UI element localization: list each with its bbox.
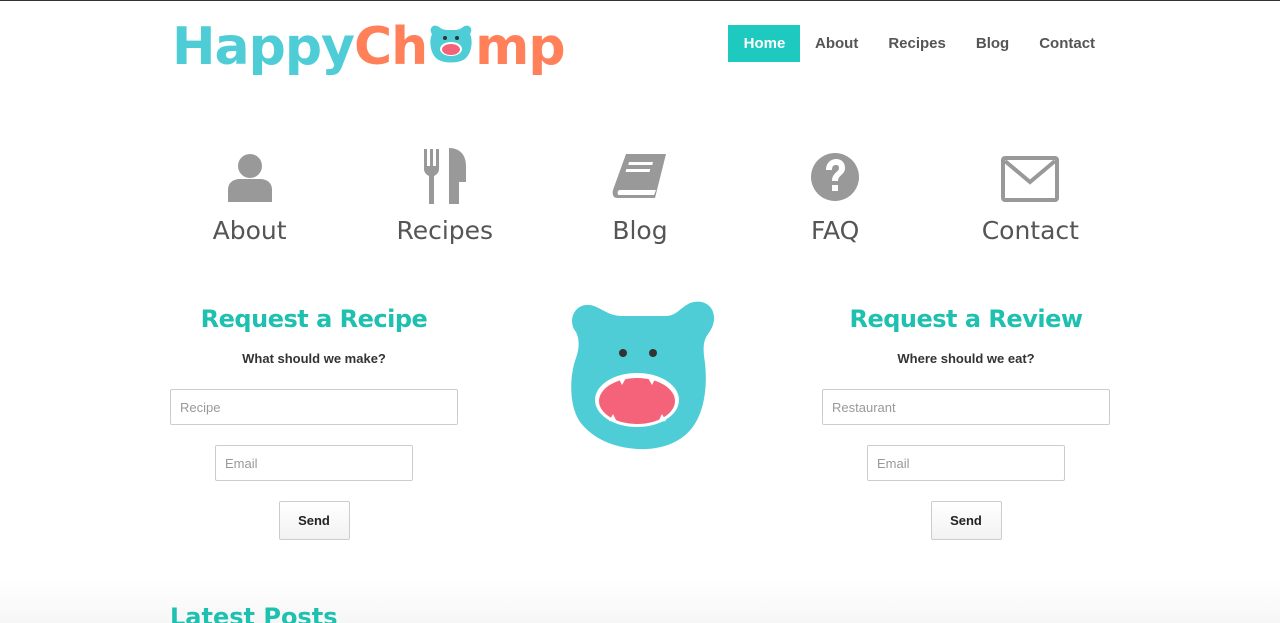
- feature-label-faq: FAQ: [810, 216, 860, 245]
- nav-blog[interactable]: Blog: [961, 25, 1024, 62]
- feature-icons-row: About Recipes Blog FAQ Contact: [152, 142, 1128, 245]
- fork-knife-icon: [423, 148, 466, 204]
- feature-faq[interactable]: FAQ: [738, 142, 933, 245]
- happychomp-mascot-image: [571, 301, 715, 450]
- logo-monster-icon: [428, 20, 474, 80]
- feature-label-contact: Contact: [981, 216, 1079, 245]
- feature-label-recipes: Recipes: [396, 216, 494, 245]
- feature-about[interactable]: About: [152, 142, 347, 245]
- logo-text-mp: mp: [475, 17, 565, 77]
- recipe-send-button[interactable]: Send: [278, 501, 350, 540]
- nav-recipes[interactable]: Recipes: [873, 25, 961, 62]
- recipe-input[interactable]: [170, 389, 458, 425]
- book-icon: [612, 154, 666, 198]
- review-form-subtitle: Where should we eat?: [897, 351, 1035, 366]
- logo-text-ch: Ch: [353, 17, 428, 77]
- feature-contact[interactable]: Contact: [933, 142, 1128, 245]
- restaurant-input[interactable]: [822, 389, 1110, 425]
- recipe-email-input[interactable]: [215, 445, 413, 481]
- review-request-form: Request a Review Where should we eat? Se…: [816, 305, 1116, 540]
- recipe-form-subtitle: What should we make?: [242, 351, 386, 366]
- user-icon: [227, 154, 272, 202]
- review-send-button[interactable]: Send: [930, 501, 1002, 540]
- review-email-input[interactable]: [867, 445, 1065, 481]
- recipe-request-form: Request a Recipe What should we make? Se…: [164, 305, 464, 540]
- latest-posts-heading: Latest Posts: [170, 603, 338, 623]
- nav-about[interactable]: About: [800, 25, 873, 62]
- main-nav: Home About Recipes Blog Contact: [728, 25, 1110, 62]
- top-border: [0, 0, 1280, 1]
- question-icon: [811, 153, 860, 201]
- envelope-icon: [1001, 156, 1060, 202]
- logo[interactable]: HappyCh mp: [172, 10, 566, 80]
- nav-home[interactable]: Home: [728, 25, 800, 62]
- feature-label-about: About: [212, 216, 287, 245]
- feature-recipes[interactable]: Recipes: [347, 142, 542, 245]
- nav-contact[interactable]: Contact: [1024, 25, 1110, 62]
- feature-label-blog: Blog: [612, 216, 668, 245]
- logo-text-happy: Happy: [172, 17, 355, 77]
- feature-blog[interactable]: Blog: [542, 142, 737, 245]
- review-form-title: Request a Review: [849, 305, 1083, 333]
- recipe-form-title: Request a Recipe: [200, 305, 428, 333]
